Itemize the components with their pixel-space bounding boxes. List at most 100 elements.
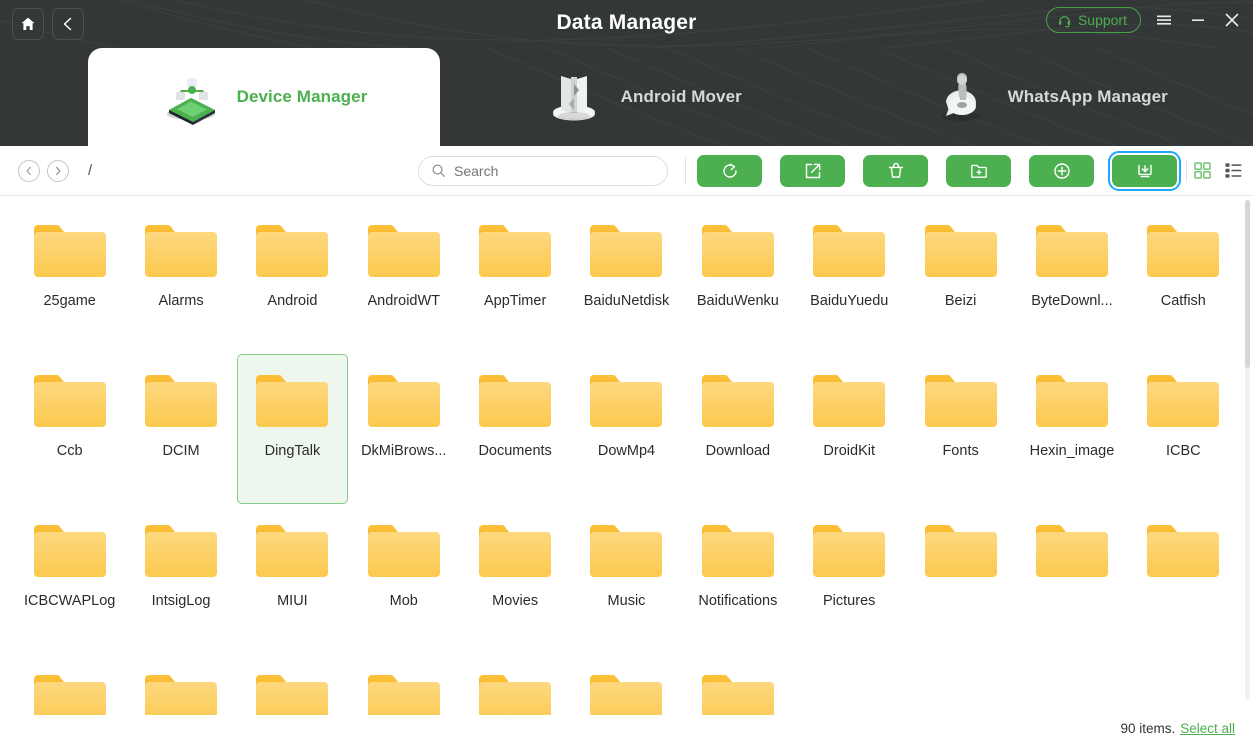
chevron-right-circle-icon [56, 166, 61, 175]
file-item[interactable]: Hexin_image [1016, 354, 1127, 504]
home-button[interactable] [12, 8, 44, 40]
edit-square-icon [805, 163, 820, 178]
tab-whatsapp-manager[interactable]: WhatsApp Manager [847, 48, 1253, 146]
folder-icon [701, 225, 774, 277]
folder-icon [590, 675, 663, 715]
file-item[interactable]: DkMiBrows... [348, 354, 459, 504]
chevron-left-circle-icon [26, 166, 31, 175]
folder-plus-icon [970, 164, 987, 178]
hamburger-menu-icon [1157, 15, 1171, 25]
search-input[interactable] [454, 162, 657, 179]
file-item[interactable]: DowMp4 [571, 354, 682, 504]
file-item[interactable]: MIUI [237, 504, 348, 654]
file-item[interactable]: Documents [459, 354, 570, 504]
file-item-label: BaiduWenku [696, 293, 779, 309]
file-item[interactable]: Movies [459, 504, 570, 654]
file-item[interactable] [14, 654, 125, 715]
file-item[interactable] [571, 654, 682, 715]
android-mover-icon [552, 76, 595, 121]
delete-button[interactable] [863, 154, 928, 187]
file-item[interactable]: BaiduNetdisk [571, 204, 682, 354]
minimize-button[interactable] [1187, 9, 1209, 31]
file-item[interactable]: Music [571, 504, 682, 654]
file-item[interactable]: BaiduYuedu [794, 204, 905, 354]
close-icon [1225, 13, 1239, 27]
file-item-label: Download [705, 443, 771, 459]
folder-icon [256, 375, 329, 427]
file-item[interactable]: Beizi [905, 204, 1016, 354]
folder-icon [33, 525, 106, 577]
trash-icon [888, 162, 903, 178]
headset-icon [1058, 15, 1071, 27]
close-button[interactable] [1221, 9, 1243, 31]
file-item[interactable]: Mob [348, 504, 459, 654]
title-bar: Data Manager Support [0, 0, 1253, 48]
file-item-label: Notifications [698, 593, 778, 609]
folder-icon [1147, 525, 1220, 577]
folder-icon [145, 225, 218, 277]
file-item[interactable] [1016, 504, 1127, 654]
file-item[interactable] [237, 654, 348, 715]
tab-android-mover[interactable]: Android Mover [440, 48, 847, 146]
file-item-label: DowMp4 [597, 443, 656, 459]
file-item[interactable]: IntsigLog [125, 504, 236, 654]
file-item[interactable]: 25game [14, 204, 125, 354]
file-item[interactable] [682, 654, 793, 715]
new-folder-button[interactable] [946, 154, 1011, 187]
support-button[interactable]: Support [1045, 7, 1141, 33]
file-item[interactable]: ICBC [1128, 354, 1239, 504]
support-label: Support [1077, 12, 1127, 28]
file-item[interactable]: AppTimer [459, 204, 570, 354]
file-item-label: ICBC [1165, 443, 1201, 459]
file-item-label: Ccb [56, 443, 83, 459]
folder-icon [145, 675, 218, 715]
file-item[interactable]: Ccb [14, 354, 125, 504]
grid-view-button[interactable] [1193, 161, 1212, 180]
file-item[interactable]: Android [237, 204, 348, 354]
file-item-label: MIUI [277, 593, 308, 609]
file-item[interactable]: ByteDownl... [1016, 204, 1127, 354]
download-tray-icon [1137, 164, 1152, 177]
file-item-label: Fonts [942, 443, 979, 459]
file-item-label: Alarms [158, 293, 204, 309]
search-box[interactable] [418, 155, 668, 186]
file-item[interactable] [125, 654, 236, 715]
file-item[interactable] [348, 654, 459, 715]
file-item[interactable]: Download [682, 354, 793, 504]
file-item[interactable] [905, 504, 1016, 654]
file-item[interactable]: AndroidWT [348, 204, 459, 354]
file-item[interactable]: Catfish [1128, 204, 1239, 354]
file-item-selected[interactable]: DingTalk [236, 354, 349, 504]
import-button[interactable] [1108, 150, 1181, 191]
add-button[interactable] [1029, 154, 1094, 187]
nav-forward-button[interactable] [47, 159, 69, 182]
file-item[interactable]: Notifications [682, 504, 793, 654]
file-item[interactable]: DroidKit [794, 354, 905, 504]
vertical-scrollbar-thumb[interactable] [1245, 200, 1250, 368]
select-all-link[interactable]: Select all [1180, 721, 1235, 736]
folder-icon [1035, 525, 1108, 577]
folder-icon [813, 525, 886, 577]
rename-button[interactable] [780, 154, 845, 187]
file-item[interactable] [459, 654, 570, 715]
file-item[interactable]: Alarms [125, 204, 236, 354]
nav-back-button[interactable] [18, 159, 40, 182]
menu-button[interactable] [1153, 9, 1175, 31]
file-grid: 25game Alarms Android AndroidWT AppTimer… [0, 196, 1253, 715]
file-item-label: Mob [389, 593, 418, 609]
file-item-label: ByteDownl... [1031, 293, 1113, 309]
tab-label: Device Manager [236, 87, 368, 106]
file-browser-area[interactable]: 25game Alarms Android AndroidWT AppTimer… [0, 196, 1253, 715]
list-view-button[interactable] [1224, 161, 1243, 180]
file-item[interactable]: Fonts [905, 354, 1016, 504]
search-icon [432, 164, 445, 177]
breadcrumb-path: / [88, 162, 93, 179]
refresh-button[interactable] [697, 154, 762, 187]
file-item[interactable]: Pictures [794, 504, 905, 654]
file-item[interactable] [1128, 504, 1239, 654]
back-button[interactable] [52, 8, 84, 40]
file-item[interactable]: BaiduWenku [682, 204, 793, 354]
file-item[interactable]: DCIM [125, 354, 236, 504]
file-item[interactable]: ICBCWAPLog [14, 504, 125, 654]
tab-device-manager[interactable]: Device Manager [88, 48, 440, 146]
